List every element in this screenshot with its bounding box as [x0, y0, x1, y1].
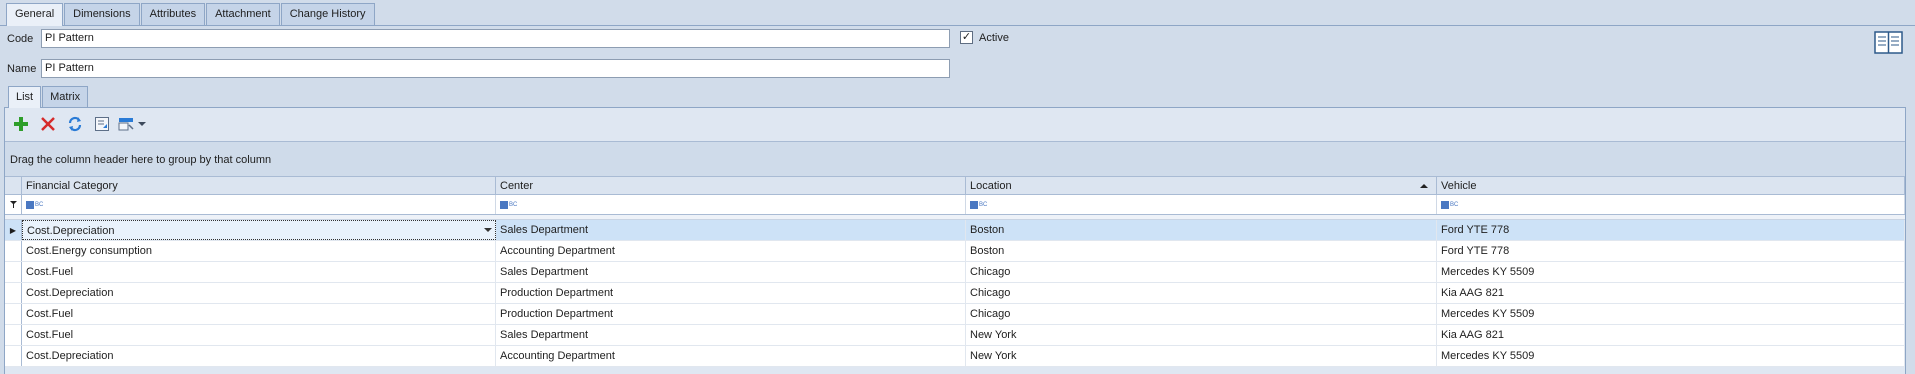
- active-label: Active: [979, 32, 1009, 44]
- financial-category-cell[interactable]: Cost.Energy consumption: [22, 241, 496, 261]
- active-checkbox[interactable]: ✓: [960, 31, 973, 44]
- filter-icon[interactable]: [5, 195, 22, 214]
- column-header-location[interactable]: Location: [966, 177, 1437, 194]
- delete-icon: [41, 117, 55, 131]
- group-by-hint: Drag the column header here to group by …: [10, 154, 272, 166]
- vehicle-cell[interactable]: Ford YTE 778: [1437, 241, 1905, 261]
- dropdown-arrow-icon: [138, 122, 146, 126]
- refresh-icon: [68, 116, 82, 132]
- tab-attachment[interactable]: Attachment: [206, 3, 280, 25]
- row-indicator: [5, 304, 22, 324]
- row-indicator: [5, 346, 22, 366]
- table-row[interactable]: Cost.Energy consumption Accounting Depar…: [5, 241, 1905, 262]
- layout-icon: [118, 118, 134, 131]
- data-grid: Financial Category Center Location Vehic…: [5, 176, 1905, 367]
- location-cell[interactable]: Chicago: [966, 304, 1437, 324]
- location-cell[interactable]: Boston: [966, 220, 1437, 240]
- add-button[interactable]: [10, 113, 32, 135]
- name-label: Name: [7, 63, 37, 75]
- center-cell[interactable]: Production Department: [496, 283, 966, 303]
- main-tabs: General Dimensions Attributes Attachment…: [6, 3, 376, 26]
- tab-matrix[interactable]: Matrix: [42, 86, 89, 107]
- financial-category-cell[interactable]: Cost.Fuel: [22, 325, 496, 345]
- column-header-center[interactable]: Center: [496, 177, 966, 194]
- name-field[interactable]: PI Pattern: [41, 59, 950, 78]
- table-row[interactable]: Cost.Fuel Sales Department Chicago Merce…: [5, 262, 1905, 283]
- table-row[interactable]: Cost.Fuel Production Department Chicago …: [5, 304, 1905, 325]
- center-cell[interactable]: Sales Department: [496, 262, 966, 282]
- table-row[interactable]: ▶ Cost.Depreciation Sales Department Bos…: [5, 220, 1905, 241]
- refresh-button[interactable]: [64, 113, 86, 135]
- filter-financial-category[interactable]: BC: [22, 195, 496, 214]
- code-field[interactable]: PI Pattern: [41, 29, 950, 48]
- view-tabs: List Matrix: [8, 86, 89, 108]
- tab-panel-border: [0, 25, 1915, 26]
- group-by-panel[interactable]: Drag the column header here to group by …: [5, 141, 1905, 176]
- tab-change-history[interactable]: Change History: [280, 3, 375, 25]
- sort-ascending-icon: [1420, 184, 1428, 188]
- location-cell[interactable]: Chicago: [966, 262, 1437, 282]
- column-header-financial-category[interactable]: Financial Category: [22, 177, 496, 194]
- vehicle-cell[interactable]: Ford YTE 778: [1437, 220, 1905, 240]
- vehicle-cell[interactable]: Kia AAG 821: [1437, 325, 1905, 345]
- financial-category-cell[interactable]: Cost.Depreciation: [22, 346, 496, 366]
- vehicle-cell[interactable]: Mercedes KY 5509: [1437, 346, 1905, 366]
- tab-attributes[interactable]: Attributes: [140, 3, 206, 25]
- export-button[interactable]: [91, 113, 113, 135]
- book-icon[interactable]: [1874, 30, 1903, 55]
- delete-button[interactable]: [37, 113, 59, 135]
- center-cell[interactable]: Production Department: [496, 304, 966, 324]
- row-indicator: [5, 325, 22, 345]
- grid-body: ▶ Cost.Depreciation Sales Department Bos…: [5, 220, 1905, 367]
- location-cell[interactable]: New York: [966, 325, 1437, 345]
- export-icon: [95, 117, 109, 131]
- location-cell[interactable]: Chicago: [966, 283, 1437, 303]
- row-indicator: [5, 262, 22, 282]
- location-cell[interactable]: Boston: [966, 241, 1437, 261]
- tab-general[interactable]: General: [6, 3, 64, 26]
- text-filter-icon: [1441, 200, 1449, 209]
- vehicle-cell[interactable]: Mercedes KY 5509: [1437, 304, 1905, 324]
- text-filter-icon: [26, 200, 34, 209]
- table-row[interactable]: Cost.Fuel Sales Department New York Kia …: [5, 325, 1905, 346]
- code-label: Code: [7, 33, 34, 45]
- financial-category-cell[interactable]: Cost.Depreciation: [22, 220, 496, 240]
- table-row[interactable]: Cost.Depreciation Accounting Department …: [5, 346, 1905, 367]
- financial-category-cell[interactable]: Cost.Fuel: [22, 262, 496, 282]
- vehicle-cell[interactable]: Mercedes KY 5509: [1437, 262, 1905, 282]
- center-cell[interactable]: Sales Department: [496, 325, 966, 345]
- location-cell[interactable]: New York: [966, 346, 1437, 366]
- center-cell[interactable]: Accounting Department: [496, 346, 966, 366]
- layout-button[interactable]: [118, 113, 152, 135]
- financial-category-cell[interactable]: Cost.Fuel: [22, 304, 496, 324]
- filter-center[interactable]: BC: [496, 195, 966, 214]
- row-indicator: [5, 241, 22, 261]
- financial-category-cell[interactable]: Cost.Depreciation: [22, 283, 496, 303]
- center-cell[interactable]: Accounting Department: [496, 241, 966, 261]
- text-filter-icon: [970, 200, 978, 209]
- tab-dimensions[interactable]: Dimensions: [64, 3, 140, 25]
- filter-row: BC BC BC BC: [5, 195, 1905, 215]
- row-indicator: [5, 283, 22, 303]
- filter-location[interactable]: BC: [966, 195, 1437, 214]
- table-row[interactable]: Cost.Depreciation Production Department …: [5, 283, 1905, 304]
- column-header-location-label: Location: [970, 180, 1012, 192]
- text-filter-icon: [500, 200, 508, 209]
- vehicle-cell[interactable]: Kia AAG 821: [1437, 283, 1905, 303]
- center-cell[interactable]: Sales Department: [496, 220, 966, 240]
- chevron-down-icon[interactable]: [484, 228, 492, 232]
- add-icon: [14, 117, 28, 131]
- cell-text: Cost.Depreciation: [27, 225, 115, 237]
- header-row-indicator: [5, 177, 22, 194]
- grid-header: Financial Category Center Location Vehic…: [5, 176, 1905, 195]
- current-row-indicator-icon: ▶: [5, 220, 22, 240]
- filter-vehicle[interactable]: BC: [1437, 195, 1905, 214]
- column-header-vehicle[interactable]: Vehicle: [1437, 177, 1905, 194]
- tab-list[interactable]: List: [8, 86, 42, 108]
- grid-toolbar: [10, 113, 157, 135]
